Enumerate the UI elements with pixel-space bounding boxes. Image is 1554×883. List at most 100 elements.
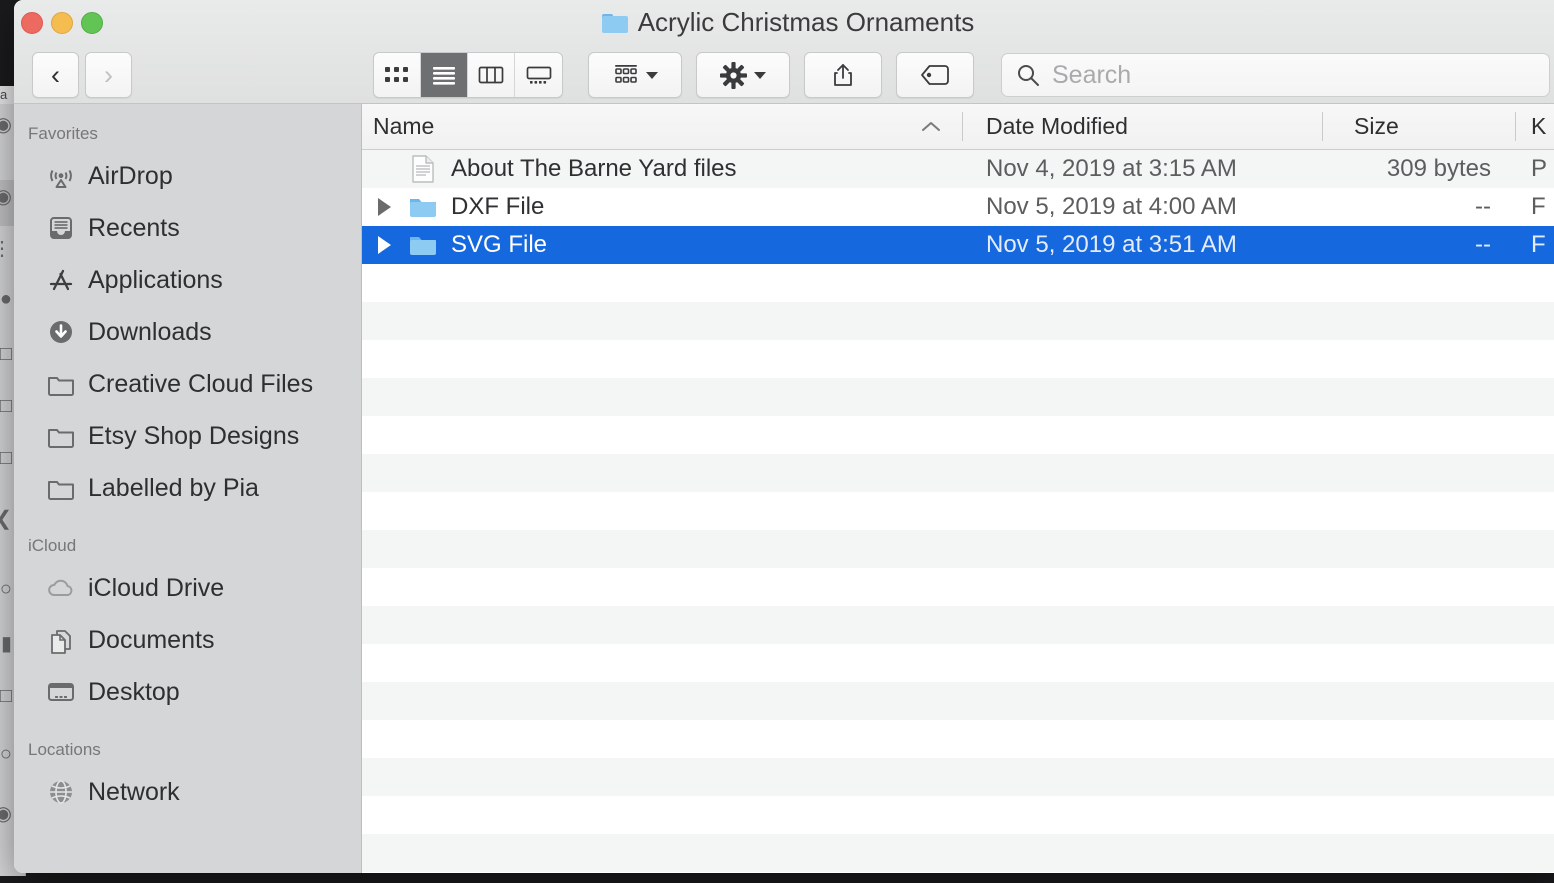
share-button[interactable] (804, 52, 882, 98)
document-icon (412, 155, 434, 183)
empty-row (362, 682, 1554, 720)
empty-row (362, 302, 1554, 340)
search-field[interactable]: Search (1001, 53, 1550, 97)
gallery-view-button[interactable] (515, 53, 562, 97)
table-row[interactable]: About The Barne Yard files Nov 4, 2019 a… (362, 150, 1554, 188)
cell-kind: F (1531, 231, 1546, 258)
downloads-icon (50, 321, 72, 343)
background-icon-4: ● (0, 288, 12, 310)
sidebar-item-network[interactable]: Network (14, 766, 361, 818)
empty-row (362, 454, 1554, 492)
sidebar-item-recents[interactable]: Recents (14, 202, 361, 254)
search-placeholder: Search (1052, 60, 1132, 89)
back-button[interactable]: ‹ (32, 52, 79, 98)
recents-icon (50, 217, 72, 239)
sidebar: Favorites AirDrop Recents Applications D… (14, 104, 362, 873)
column-header-date-modified[interactable]: Date Modified (963, 104, 1323, 149)
background-icon-10: ▮ (0, 633, 12, 655)
cell-kind: P (1531, 155, 1548, 182)
background-icon-12: ○ (0, 743, 12, 765)
column-header-kind[interactable]: K (1516, 104, 1554, 149)
cell-name: DXF File (362, 192, 963, 222)
arrange-by-button[interactable] (588, 52, 682, 98)
list-view-button[interactable] (421, 53, 468, 97)
sidebar-item-airdrop[interactable]: AirDrop (14, 150, 361, 202)
view-mode-group (373, 52, 563, 98)
column-header-label: K (1531, 113, 1547, 139)
chevron-down-icon (645, 71, 658, 79)
file-list: Name Date Modified Size K About The Barn… (362, 104, 1554, 873)
empty-row (362, 264, 1554, 302)
sidebar-item-downloads[interactable]: Downloads (14, 306, 361, 358)
cell-name: SVG File (362, 230, 963, 260)
cell-kind: F (1531, 193, 1546, 220)
column-header-size[interactable]: Size (1323, 104, 1516, 149)
column-header-label: Size (1354, 113, 1399, 139)
triangle-right-icon (377, 198, 391, 216)
action-menu-button[interactable] (696, 52, 790, 98)
background-icon-7: □ (0, 447, 12, 469)
empty-row (362, 492, 1554, 530)
sidebar-item-label: Downloads (88, 317, 212, 346)
empty-row (362, 796, 1554, 834)
tags-button[interactable] (896, 52, 974, 98)
folder-icon (410, 237, 436, 255)
list-view-icon (433, 67, 455, 85)
sidebar-item-icloud-drive[interactable]: iCloud Drive (14, 562, 361, 614)
empty-row (362, 416, 1554, 454)
folder-icon (48, 429, 74, 448)
gallery-view-icon (526, 66, 551, 84)
tag-icon (921, 65, 949, 85)
triangle-right-icon (377, 236, 391, 254)
applications-icon (49, 269, 73, 291)
table-row[interactable]: DXF File Nov 5, 2019 at 4:00 AM -- F (362, 188, 1554, 226)
sidebar-item-labelled-by-pia[interactable]: Labelled by Pia (14, 462, 361, 514)
cell-date-modified: Nov 4, 2019 at 3:15 AM (986, 155, 1237, 182)
sidebar-item-desktop[interactable]: Desktop (14, 666, 361, 718)
sidebar-item-documents[interactable]: Documents (14, 614, 361, 666)
icon-view-icon (385, 67, 408, 82)
title-bar[interactable]: Acrylic Christmas Ornaments ‹ › Search (14, 0, 1554, 104)
background-icon-6: □ (0, 395, 12, 417)
column-header-label: Date Modified (986, 113, 1128, 139)
empty-row (362, 606, 1554, 644)
column-view-icon (478, 66, 504, 84)
sidebar-item-applications[interactable]: Applications (14, 254, 361, 306)
file-name: SVG File (451, 231, 548, 258)
chevron-down-icon (754, 71, 766, 79)
finder-window: Acrylic Christmas Ornaments ‹ › Search F… (14, 0, 1554, 873)
file-name: About The Barne Yard files (451, 155, 737, 182)
empty-row (362, 340, 1554, 378)
empty-row (362, 530, 1554, 568)
cell-date-modified: Nov 5, 2019 at 3:51 AM (986, 231, 1237, 258)
sidebar-item-label: Documents (88, 625, 215, 654)
window-title-text: Acrylic Christmas Ornaments (637, 7, 975, 37)
sidebar-header-icloud: iCloud (28, 536, 77, 555)
background-icon-1: ◉ (0, 112, 12, 138)
forward-button[interactable]: › (85, 52, 132, 98)
table-row[interactable]: SVG File Nov 5, 2019 at 3:51 AM -- F (362, 226, 1554, 264)
sidebar-header-favorites: Favorites (28, 124, 98, 143)
cloud-icon (48, 579, 73, 596)
desktop-icon (48, 683, 74, 701)
sidebar-item-etsy-shop-designs[interactable]: Etsy Shop Designs (14, 410, 361, 462)
folder-icon (601, 12, 628, 33)
empty-row (362, 872, 1554, 873)
gear-icon (720, 61, 747, 89)
sidebar-item-label: Etsy Shop Designs (88, 421, 300, 450)
background-icon-2: ◉ (0, 184, 12, 210)
file-list-header: Name Date Modified Size K (362, 104, 1554, 150)
disclosure-triangle[interactable] (373, 198, 395, 216)
sidebar-item-label: Network (88, 777, 180, 806)
sidebar-item-label: Applications (88, 265, 223, 294)
column-header-name[interactable]: Name (362, 104, 963, 149)
sidebar-header-locations: Locations (28, 740, 101, 759)
empty-row (362, 834, 1554, 872)
icon-view-button[interactable] (374, 53, 421, 97)
sidebar-item-label: AirDrop (88, 161, 173, 190)
sidebar-item-creative-cloud-files[interactable]: Creative Cloud Files (14, 358, 361, 410)
background-icon-13: ◉ (0, 801, 12, 827)
sidebar-item-label: iCloud Drive (88, 573, 225, 602)
disclosure-triangle[interactable] (373, 236, 395, 254)
column-view-button[interactable] (468, 53, 515, 97)
